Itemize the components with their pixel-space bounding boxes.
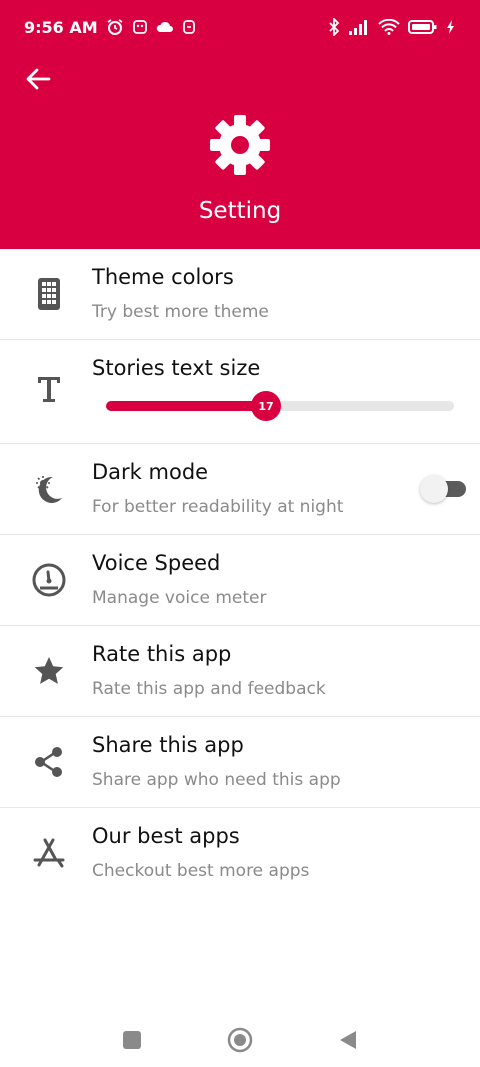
setting-share-app[interactable]: Share this app Share app who need this a… — [0, 717, 480, 808]
text-size-slider[interactable]: 17 — [106, 391, 454, 421]
setting-subtitle: Manage voice meter — [92, 588, 267, 608]
triangle-back-icon — [340, 1030, 356, 1049]
app-store-icon — [30, 834, 68, 872]
page-title: Setting — [198, 198, 282, 224]
star-icon — [30, 652, 68, 690]
back-nav-button[interactable] — [334, 1026, 362, 1054]
home-button[interactable] — [226, 1026, 254, 1054]
status-time: 9:56 AM — [24, 17, 98, 37]
setting-theme-colors[interactable]: Theme colors Try best more theme — [0, 249, 480, 340]
status-bar: 9:56 AM — [0, 0, 480, 54]
setting-voice-speed[interactable]: Voice Speed Manage voice meter — [0, 535, 480, 626]
setting-subtitle: For better readability at night — [92, 497, 344, 517]
battery-icon — [408, 20, 437, 34]
header: 9:56 AM Setting — [0, 0, 480, 249]
notification-icon-2 — [182, 20, 195, 34]
text-size-icon — [30, 370, 68, 408]
recents-button[interactable] — [118, 1026, 146, 1054]
setting-title: Rate this app — [92, 642, 232, 666]
setting-dark-mode[interactable]: Dark mode For better readability at nigh… — [0, 444, 480, 535]
system-nav-bar — [0, 1012, 480, 1067]
bluetooth-icon — [329, 18, 340, 36]
arrow-left-icon — [26, 68, 51, 90]
palette-grid-icon — [30, 275, 68, 313]
setting-text-size: Stories text size — [0, 340, 480, 444]
setting-best-apps[interactable]: Our best apps Checkout best more apps — [0, 808, 480, 899]
settings-list: Theme colors Try best more theme Stories… — [0, 249, 480, 899]
alarm-icon — [107, 19, 123, 35]
charging-icon — [447, 20, 454, 34]
slider-thumb[interactable]: 17 — [251, 391, 281, 421]
share-icon — [30, 743, 68, 781]
setting-title: Theme colors — [92, 265, 234, 289]
speedometer-icon — [30, 561, 68, 599]
slider-fill — [106, 401, 266, 411]
cloud-icon — [156, 21, 173, 32]
setting-title: Stories text size — [92, 356, 261, 380]
setting-title: Share this app — [92, 733, 244, 757]
setting-subtitle: Share app who need this app — [92, 770, 341, 790]
setting-subtitle: Try best more theme — [92, 302, 269, 322]
wifi-icon — [378, 19, 400, 35]
toggle-knob — [420, 475, 448, 503]
setting-subtitle: Checkout best more apps — [92, 861, 310, 881]
dark-mode-toggle[interactable] — [420, 475, 466, 503]
home-circle-icon — [227, 1027, 253, 1052]
setting-title: Dark mode — [92, 460, 209, 484]
setting-rate-app[interactable]: Rate this app Rate this app and feedback — [0, 626, 480, 717]
moon-icon — [30, 470, 68, 508]
gear-icon — [210, 115, 270, 175]
notification-icon-1 — [132, 20, 147, 34]
signal-icon — [349, 20, 367, 35]
back-button[interactable] — [22, 63, 54, 95]
setting-title: Voice Speed — [92, 551, 221, 575]
square-icon — [123, 1030, 141, 1049]
setting-title: Our best apps — [92, 824, 240, 848]
setting-subtitle: Rate this app and feedback — [92, 679, 326, 699]
